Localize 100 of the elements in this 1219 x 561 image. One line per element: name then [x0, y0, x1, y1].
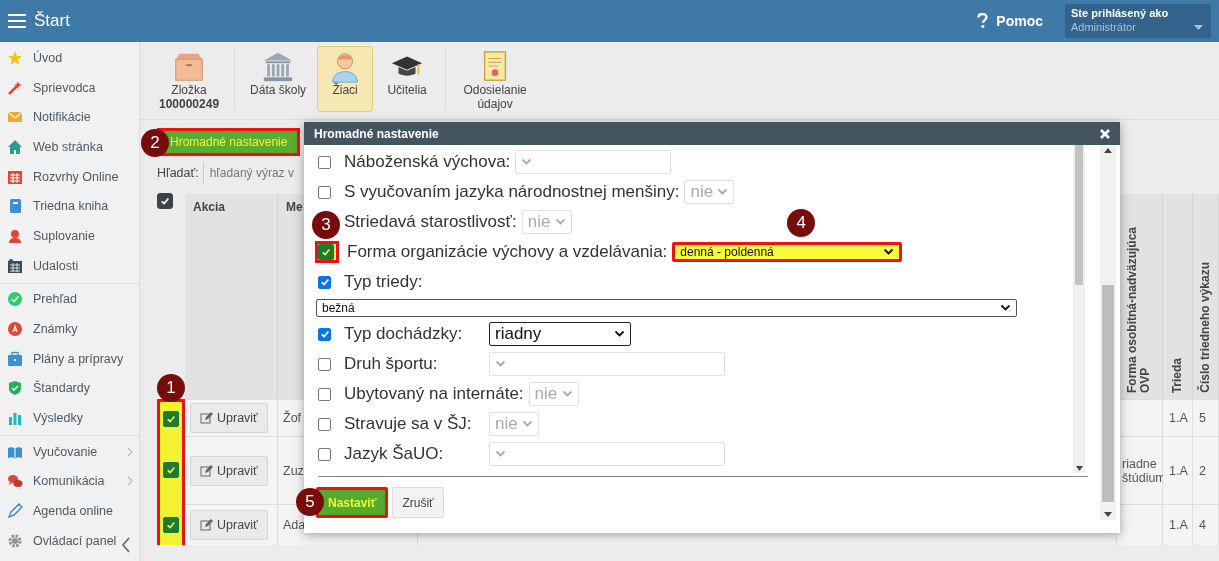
table-cell: Žof	[283, 411, 302, 425]
checkbox[interactable]	[318, 417, 331, 431]
search-field[interactable]: hľadaný výraz v	[202, 162, 297, 184]
checkmark-icon	[166, 414, 176, 424]
callout-marker: 3	[312, 211, 340, 239]
sidebar-item[interactable]: Udalosti	[0, 250, 139, 281]
toolbar-button[interactable]: Učitelia	[379, 46, 436, 112]
help-link[interactable]: Pomoc	[996, 13, 1043, 29]
sidebar-item[interactable]: Notifikácie	[0, 102, 139, 133]
checkbox[interactable]	[318, 357, 331, 371]
sidebar-item[interactable]: Agenda online	[0, 496, 139, 526]
chevron-icon	[561, 390, 573, 398]
table-cell: 1.A	[1169, 518, 1188, 532]
sidebar-item[interactable]: Rozvrhy Online	[0, 161, 139, 192]
sidebar-item[interactable]: Vyučovanie	[0, 436, 139, 467]
magic-wand-icon	[7, 79, 23, 96]
sidebar-item[interactable]: Prehľad	[0, 284, 139, 315]
close-icon[interactable]	[1100, 128, 1110, 139]
field-label: Stravuje sa v ŠJ:	[344, 414, 473, 434]
table-cell: Ada	[283, 518, 306, 532]
checkmark-icon	[321, 247, 331, 257]
user-menu[interactable]: Ste prihlásený ako Administrátor	[1065, 4, 1211, 38]
sidebar-item[interactable]: Ovládací panel	[0, 526, 139, 556]
house-icon	[7, 138, 23, 155]
sidebar-item[interactable]: Plány a prípravy	[0, 343, 139, 374]
chevron-icon	[1000, 304, 1011, 312]
checkbox[interactable]	[163, 411, 179, 427]
chevron-icon	[521, 158, 533, 166]
checkbox[interactable]	[318, 387, 331, 401]
scrollbar[interactable]	[1100, 145, 1116, 520]
calendar-grid-icon	[7, 168, 23, 185]
toolbar-button[interactable]: Žiaci	[317, 46, 374, 112]
checkmark-icon	[160, 196, 170, 206]
sidebar-item[interactable]: Úvod	[0, 43, 139, 73]
chevron-icon	[495, 360, 506, 368]
toolbar-button[interactable]: Zložka 100000249	[154, 46, 225, 112]
edit-icon	[200, 519, 213, 531]
caret-icon	[1194, 25, 1203, 30]
check-circle-icon	[7, 291, 23, 308]
checkmark-icon	[319, 277, 330, 287]
checkbox[interactable]	[318, 447, 331, 461]
bar-chart-icon	[7, 410, 23, 427]
checkbox[interactable]	[318, 244, 334, 260]
sidebar-item[interactable]: Web stránka	[0, 132, 139, 162]
arrow-down-icon[interactable]	[1076, 466, 1083, 471]
chevron-icon	[717, 188, 729, 196]
toolbar-button[interactable]: Dáta školy	[245, 46, 312, 112]
gear-icon	[7, 532, 23, 549]
help-icon[interactable]	[977, 13, 989, 29]
sidebar-item[interactable]: Sprievodca	[0, 72, 139, 103]
grade-circle-icon	[7, 321, 23, 338]
table-cell: 2	[1199, 463, 1206, 478]
briefcase-icon	[7, 350, 23, 367]
checkbox[interactable]	[157, 193, 173, 209]
notebook-icon	[7, 198, 23, 215]
arrow-up-icon[interactable]	[1104, 148, 1112, 153]
callout-marker: 4	[787, 209, 816, 237]
callout-marker: 2	[141, 129, 169, 157]
table-cell: 1.A	[1169, 411, 1188, 425]
column-header: Akcia	[185, 194, 278, 399]
cancel-button[interactable]: Zrušiť	[392, 487, 444, 518]
field-label: Jazyk ŠaUO:	[344, 444, 445, 464]
shield-icon	[7, 380, 23, 397]
chevron-icon	[127, 446, 133, 457]
collapse-icon[interactable]	[121, 537, 131, 553]
checkmark-icon	[166, 519, 176, 530]
checkbox[interactable]	[318, 327, 331, 341]
toolbar-button[interactable]: Odosielanie údajov	[456, 46, 535, 112]
sidebar-item[interactable]: Štandardy	[0, 373, 139, 404]
edit-button[interactable]: Upraviť	[190, 403, 268, 433]
scrollbar[interactable]	[1073, 145, 1085, 473]
chat-bubbles-icon	[7, 473, 23, 490]
chevron-icon	[614, 330, 625, 338]
sidebar-item[interactable]: Triedna kniha	[0, 191, 139, 222]
table-cell: 5	[1199, 411, 1206, 425]
select-field[interactable]: riadny	[489, 322, 631, 346]
sidebar-item[interactable]: Komunikácia	[0, 466, 139, 497]
checkbox[interactable]	[163, 462, 179, 478]
chevron-icon	[554, 218, 566, 226]
checkbox[interactable]	[318, 275, 331, 289]
page-title: Štart	[34, 11, 70, 31]
column-header: Číslo triedneho výkazu	[1198, 262, 1213, 393]
sidebar-item[interactable]: Suplovanie	[0, 221, 139, 251]
edit-button[interactable]: Upraviť	[190, 510, 268, 540]
checkbox[interactable]	[163, 516, 179, 533]
sidebar-item[interactable]: Výsledky	[0, 403, 139, 433]
sidebar-item[interactable]: Známky	[0, 314, 139, 344]
edit-button[interactable]: Upraviť	[190, 455, 268, 486]
checkbox[interactable]	[318, 155, 331, 169]
checkbox[interactable]	[318, 185, 331, 199]
edit-icon	[200, 412, 213, 424]
field-label: Náboženská výchova:	[344, 152, 511, 172]
star-icon	[7, 49, 23, 66]
dialog-title: Hromadné nastavenie	[314, 126, 440, 141]
select-field[interactable]: bežná	[316, 299, 1017, 317]
menu-icon[interactable]	[8, 14, 26, 28]
checkmark-icon	[319, 329, 330, 339]
arrow-down-icon[interactable]	[1104, 512, 1112, 517]
search-label: Hľadať:	[157, 166, 199, 180]
pen-icon	[7, 503, 23, 520]
